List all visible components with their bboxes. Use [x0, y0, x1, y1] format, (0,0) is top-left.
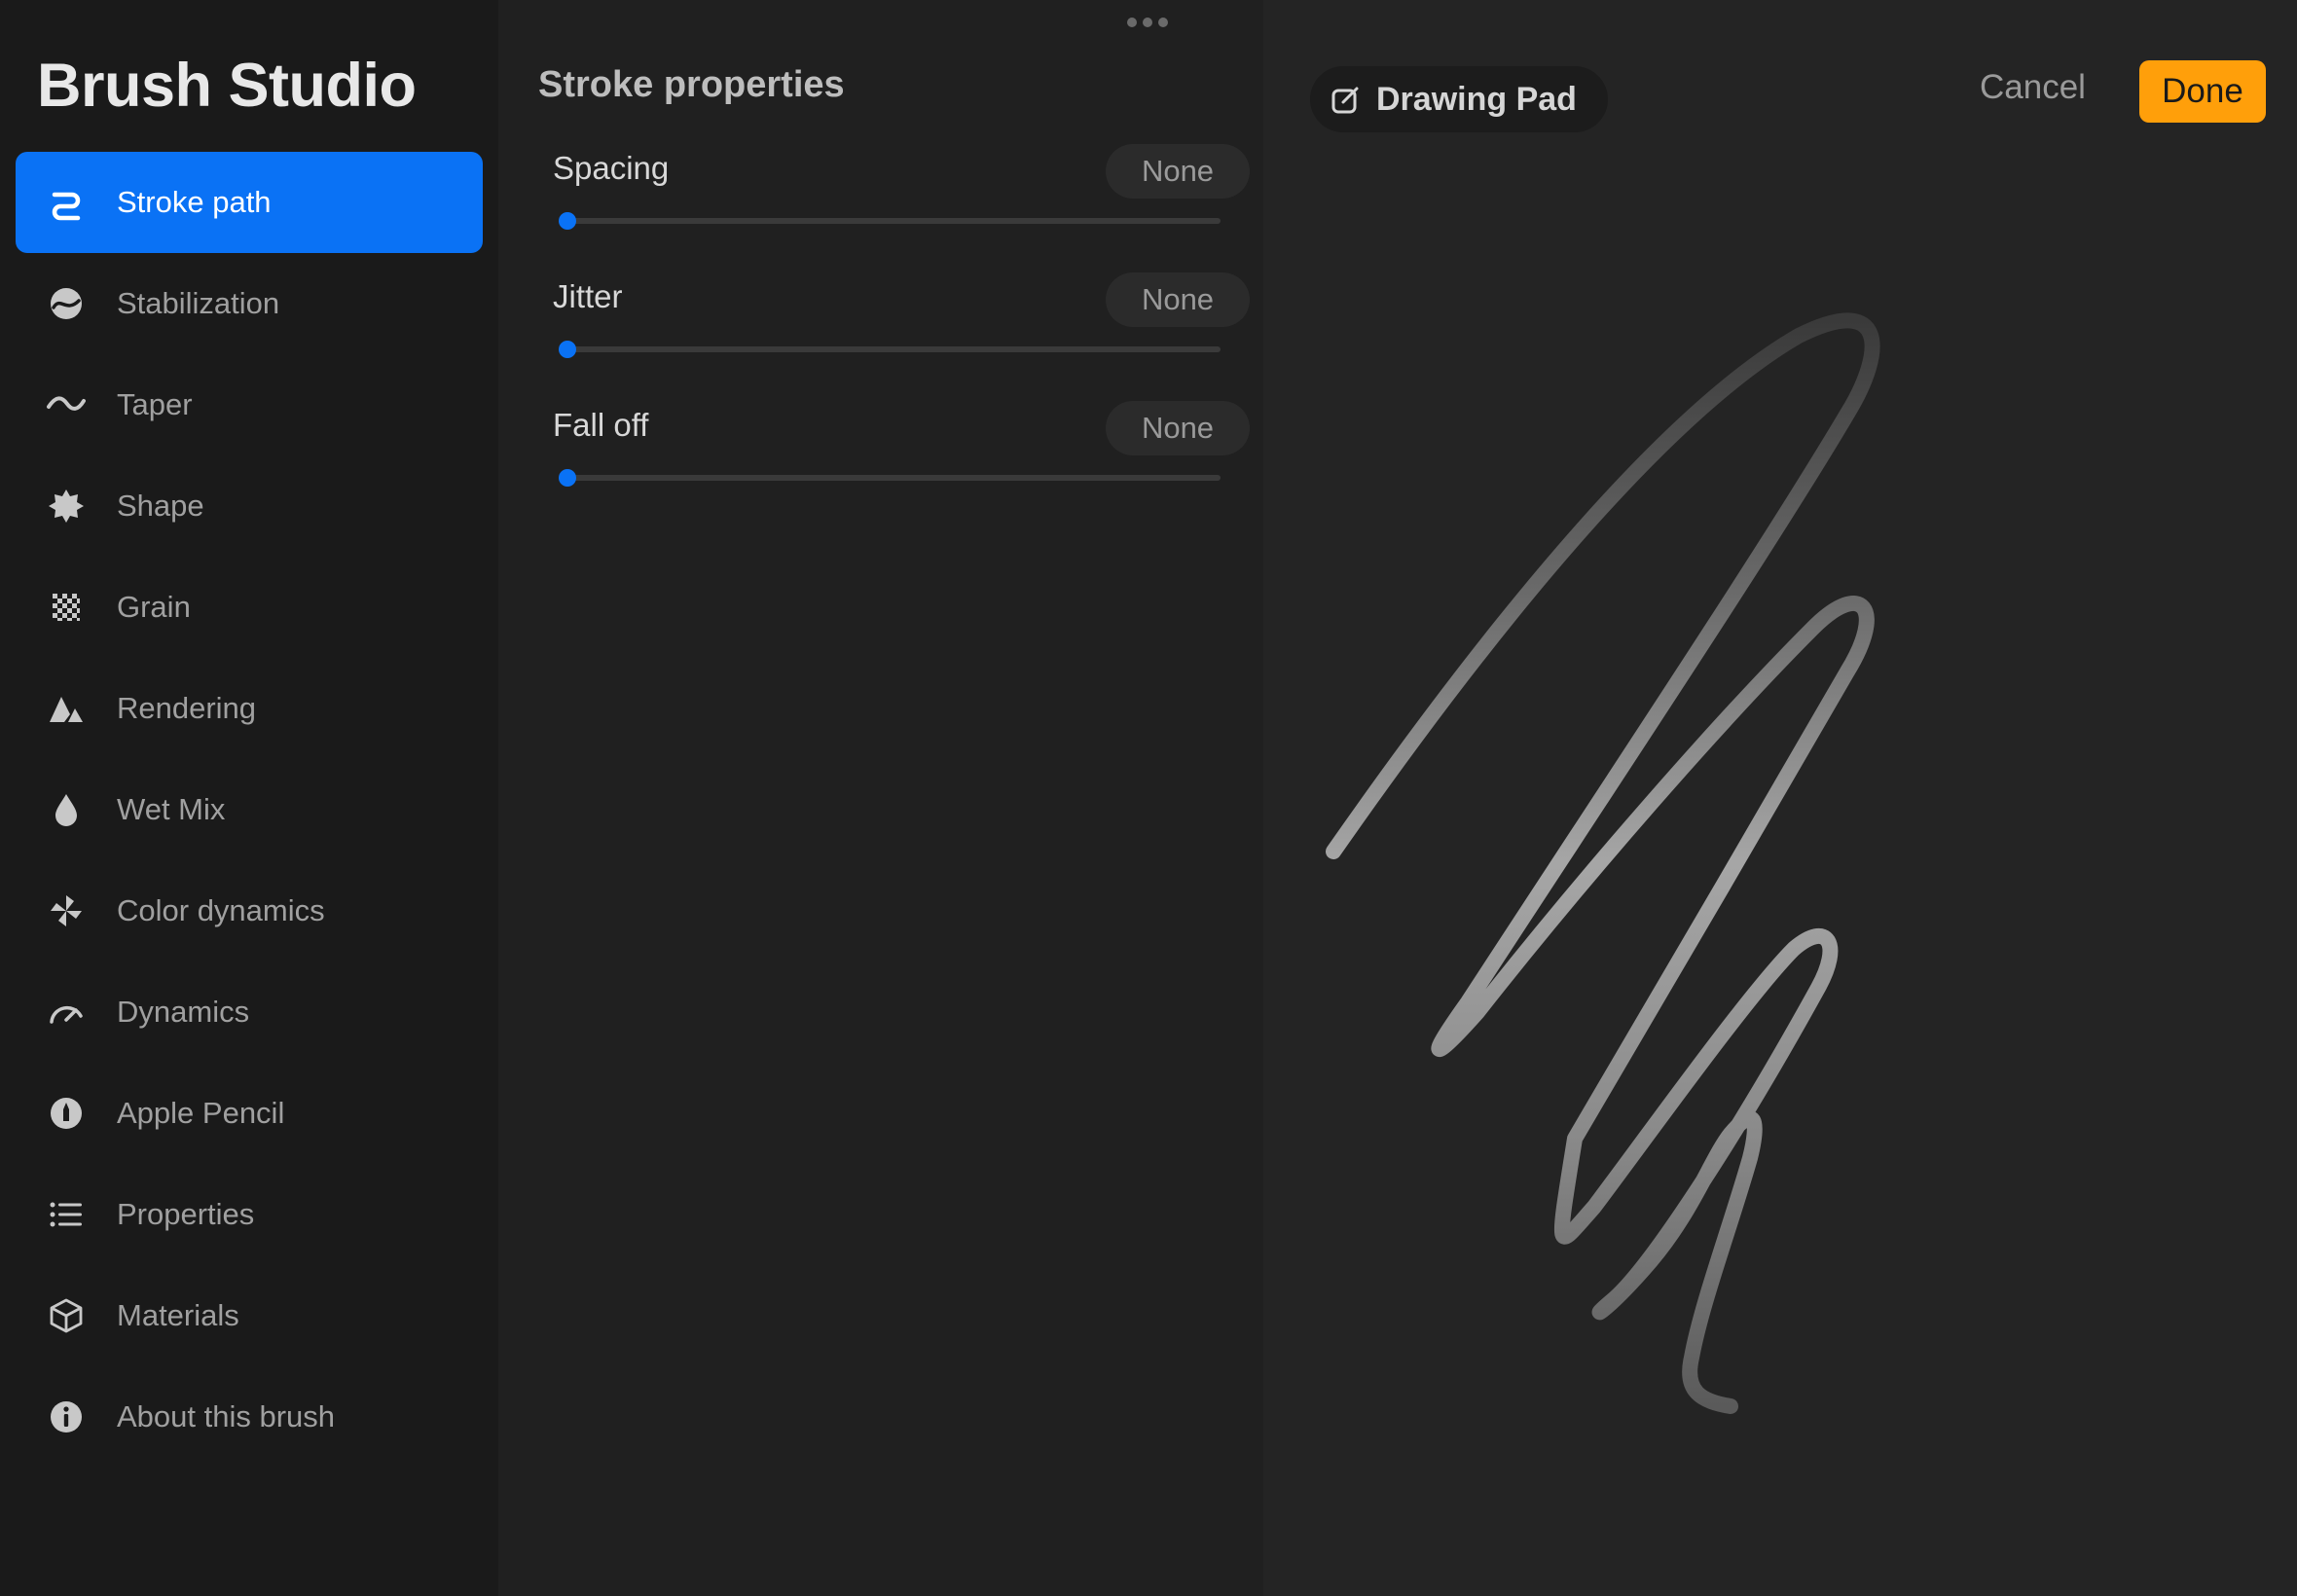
- sidebar-item-label: Shape: [117, 489, 204, 523]
- sidebar-item-taper[interactable]: Taper: [16, 354, 483, 455]
- properties-icon: [16, 1164, 117, 1265]
- apple-pencil-icon: [16, 1063, 117, 1164]
- sidebar-nav: Stroke path Stabilization Taper Shape Gr…: [16, 152, 483, 1468]
- sidebar-item-label: Dynamics: [117, 995, 250, 1029]
- drawing-pad-tab[interactable]: Drawing Pad: [1310, 66, 1608, 132]
- sidebar-item-label: Grain: [117, 590, 191, 624]
- jitter-label: Jitter: [553, 278, 623, 314]
- handle-dot: [1158, 18, 1168, 27]
- spacing-slider-thumb[interactable]: [559, 212, 576, 230]
- sidebar-item-label: Stabilization: [117, 286, 280, 320]
- sidebar-item-label: Materials: [117, 1298, 239, 1332]
- info-icon: [16, 1366, 117, 1468]
- sidebar-item-label: About this brush: [117, 1399, 336, 1433]
- stabilization-icon: [16, 253, 117, 354]
- sidebar-item-materials[interactable]: Materials: [16, 1265, 483, 1366]
- preview-stroke: [1326, 312, 1880, 1414]
- sidebar-item-label: Properties: [117, 1197, 255, 1231]
- rendering-icon: [16, 658, 117, 759]
- handle-dot: [1127, 18, 1137, 27]
- sidebar: Brush Studio Stroke path Stabilization T…: [0, 0, 498, 1596]
- fall-off-slider-track[interactable]: [565, 475, 1221, 481]
- spacing-slider-track[interactable]: [565, 218, 1221, 224]
- sidebar-item-label: Rendering: [117, 691, 257, 725]
- fall-off-slider-row: Fall off None: [553, 401, 1250, 498]
- sidebar-item-about[interactable]: About this brush: [16, 1366, 483, 1468]
- taper-icon: [16, 354, 117, 455]
- fall-off-label: Fall off: [553, 407, 649, 443]
- sidebar-item-properties[interactable]: Properties: [16, 1164, 483, 1265]
- sidebar-item-rendering[interactable]: Rendering: [16, 658, 483, 759]
- sidebar-item-grain[interactable]: Grain: [16, 557, 483, 658]
- jitter-value[interactable]: None: [1106, 272, 1250, 327]
- spacing-slider-row: Spacing None: [553, 144, 1250, 241]
- stroke-path-icon: [16, 152, 117, 253]
- sidebar-item-stabilization[interactable]: Stabilization: [16, 253, 483, 354]
- done-button[interactable]: Done: [2139, 60, 2266, 123]
- jitter-slider-row: Jitter None: [553, 272, 1250, 370]
- sidebar-item-label: Wet Mix: [117, 792, 226, 826]
- sidebar-item-label: Apple Pencil: [117, 1096, 285, 1130]
- sidebar-item-color-dynamics[interactable]: Color dynamics: [16, 860, 483, 961]
- drawing-pad[interactable]: Drawing Pad Cancel Done: [1263, 0, 2297, 1596]
- wet-mix-icon: [16, 759, 117, 860]
- shape-icon: [16, 455, 117, 557]
- app-title: Brush Studio: [37, 52, 417, 120]
- panel-title: Stroke properties: [538, 64, 845, 105]
- jitter-slider-thumb[interactable]: [559, 341, 576, 358]
- handle-dot: [1143, 18, 1152, 27]
- sidebar-item-label: Stroke path: [117, 185, 272, 219]
- spacing-label: Spacing: [553, 150, 670, 186]
- spacing-value[interactable]: None: [1106, 144, 1250, 199]
- edit-icon: [1331, 87, 1359, 114]
- fall-off-slider-thumb[interactable]: [559, 469, 576, 487]
- dynamics-icon: [16, 961, 117, 1063]
- sidebar-item-shape[interactable]: Shape: [16, 455, 483, 557]
- cancel-button[interactable]: Cancel: [1980, 68, 2086, 107]
- more-options-handle[interactable]: [1127, 18, 1168, 27]
- sidebar-item-wet-mix[interactable]: Wet Mix: [16, 759, 483, 860]
- materials-icon: [16, 1265, 117, 1366]
- settings-panel: Stroke properties Spacing None Jitter No…: [498, 0, 1263, 1596]
- sidebar-item-label: Taper: [117, 387, 193, 421]
- grain-icon: [16, 557, 117, 658]
- fall-off-value[interactable]: None: [1106, 401, 1250, 455]
- sidebar-item-dynamics[interactable]: Dynamics: [16, 961, 483, 1063]
- sidebar-item-label: Color dynamics: [117, 893, 325, 927]
- jitter-slider-track[interactable]: [565, 346, 1221, 352]
- drawing-pad-label: Drawing Pad: [1376, 80, 1577, 118]
- color-dynamics-icon: [16, 860, 117, 961]
- sidebar-item-apple-pencil[interactable]: Apple Pencil: [16, 1063, 483, 1164]
- sidebar-item-stroke-path[interactable]: Stroke path: [16, 152, 483, 253]
